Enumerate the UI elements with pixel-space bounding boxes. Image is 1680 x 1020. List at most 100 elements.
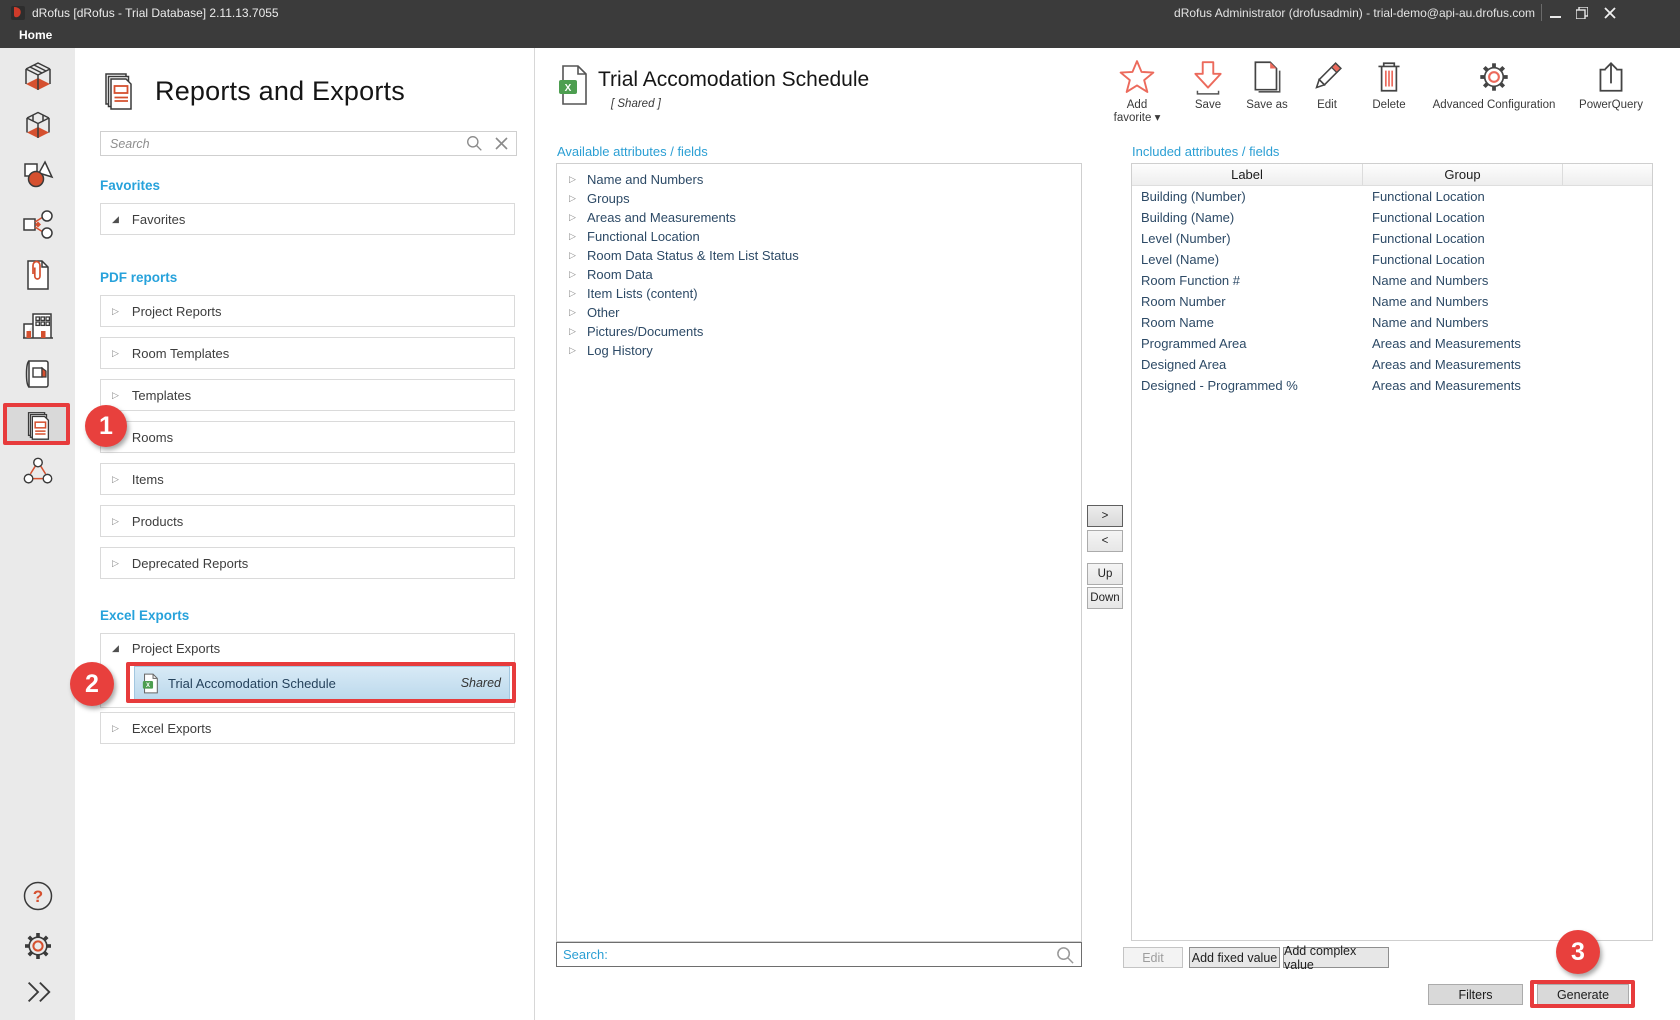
collapsed-icon[interactable] <box>112 474 119 485</box>
move-down-button[interactable]: Down <box>1087 587 1123 609</box>
collapsed-icon[interactable] <box>569 231 587 242</box>
excel-exports-expander[interactable]: Excel Exports <box>100 712 515 744</box>
save-as-button[interactable]: Save as <box>1241 58 1293 112</box>
table-row[interactable]: Room NumberName and Numbers <box>1132 291 1652 312</box>
powerquery-export-icon <box>1592 58 1630 96</box>
sidebar-item-help[interactable]: ? <box>0 876 75 916</box>
table-row[interactable]: Level (Name)Functional Location <box>1132 249 1652 270</box>
table-row[interactable]: Building (Number)Functional Location <box>1132 186 1652 207</box>
home-tab[interactable]: Home <box>19 28 52 42</box>
edit-button[interactable]: Edit <box>1307 58 1347 112</box>
tree-item-item-lists[interactable]: Item Lists (content) <box>557 284 1081 303</box>
panel-divider[interactable] <box>534 48 535 1020</box>
annotation-box-step3 <box>1530 980 1635 1008</box>
search-input[interactable] <box>108 133 452 154</box>
included-attributes-label[interactable]: Included attributes / fields <box>1132 144 1279 159</box>
building-icon <box>20 307 56 343</box>
table-row[interactable]: Room Function #Name and Numbers <box>1132 270 1652 291</box>
clear-search-icon[interactable] <box>495 137 508 150</box>
table-row[interactable]: Designed - Programmed %Areas and Measure… <box>1132 375 1652 396</box>
move-right-button[interactable]: > <box>1087 505 1123 527</box>
logged-in-user: dRofus Administrator (drofusadmin) - tri… <box>1174 6 1535 20</box>
table-row[interactable]: Level (Number)Functional Location <box>1132 228 1652 249</box>
advanced-configuration-button[interactable]: Advanced Configuration <box>1416 58 1572 112</box>
collapsed-icon[interactable] <box>569 193 587 204</box>
column-header-label[interactable]: Label <box>1132 164 1363 185</box>
table-row[interactable]: Building (Name)Functional Location <box>1132 207 1652 228</box>
close-button[interactable] <box>1597 4 1623 22</box>
restore-button[interactable] <box>1569 4 1595 22</box>
available-attributes-label[interactable]: Available attributes / fields <box>557 144 708 159</box>
star-icon <box>1118 58 1156 96</box>
powerquery-button[interactable]: PowerQuery <box>1571 58 1651 112</box>
pdf-item-room-templates[interactable]: Room Templates <box>100 337 515 369</box>
collapsed-icon[interactable] <box>569 288 587 299</box>
sidebar-item-rooms-3d[interactable] <box>0 57 75 97</box>
collapsed-icon[interactable] <box>112 390 119 401</box>
move-left-button[interactable]: < <box>1087 530 1123 552</box>
collapsed-icon[interactable] <box>112 558 119 569</box>
table-row[interactable]: Designed AreaAreas and Measurements <box>1132 354 1652 375</box>
sidebar-item-products[interactable] <box>0 205 75 245</box>
collapsed-icon[interactable] <box>569 307 587 318</box>
collapsed-icon[interactable] <box>569 326 587 337</box>
tree-item-name-and-numbers[interactable]: Name and Numbers <box>557 170 1081 189</box>
pdf-item-project-reports[interactable]: Project Reports <box>100 295 515 327</box>
sidebar-item-items[interactable] <box>0 154 75 194</box>
project-exports-expander[interactable]: Project Exports <box>101 634 514 662</box>
table-row[interactable]: Room NameName and Numbers <box>1132 312 1652 333</box>
collapsed-icon[interactable] <box>112 306 119 317</box>
pdf-item-templates[interactable]: Templates <box>100 379 515 411</box>
add-favorite-button[interactable]: Addfavorite ▾ <box>1106 58 1168 125</box>
attribute-search-field[interactable]: Search: <box>556 942 1082 967</box>
edit-attribute-button[interactable]: Edit <box>1123 947 1183 968</box>
tree-item-groups[interactable]: Groups <box>557 189 1081 208</box>
sidebar-item-buildings[interactable] <box>0 305 75 345</box>
tree-item-other[interactable]: Other <box>557 303 1081 322</box>
pdf-reports-section-header: PDF reports <box>100 270 177 285</box>
expanded-icon[interactable] <box>112 643 119 654</box>
annotation-box-step2 <box>126 662 516 703</box>
search-icon[interactable] <box>466 135 483 152</box>
filters-button[interactable]: Filters <box>1428 984 1523 1005</box>
collapsed-icon[interactable] <box>569 269 587 280</box>
pdf-item-deprecated-reports[interactable]: Deprecated Reports <box>100 547 515 579</box>
sidebar-expand-button[interactable] <box>0 972 75 1012</box>
sidebar-item-documents[interactable] <box>0 255 75 295</box>
pdf-item-products[interactable]: Products <box>100 505 515 537</box>
add-complex-value-button[interactable]: Add complex value <box>1283 947 1389 968</box>
tree-item-room-data-status[interactable]: Room Data Status & Item List Status <box>557 246 1081 265</box>
collapsed-icon[interactable] <box>569 212 587 223</box>
close-icon <box>1604 7 1616 19</box>
sidebar-item-settings[interactable] <box>0 926 75 966</box>
report-title: Trial Accomodation Schedule <box>598 68 869 92</box>
sidebar-item-room-data[interactable] <box>0 105 75 145</box>
table-row[interactable]: Programmed AreaAreas and Measurements <box>1132 333 1652 354</box>
pdf-item-items[interactable]: Items <box>100 463 515 495</box>
tree-item-areas-measurements[interactable]: Areas and Measurements <box>557 208 1081 227</box>
move-up-button[interactable]: Up <box>1087 563 1123 585</box>
collapsed-icon[interactable] <box>569 250 587 261</box>
pdf-item-rooms[interactable]: Rooms <box>100 421 515 453</box>
add-fixed-value-button[interactable]: Add fixed value <box>1189 947 1280 968</box>
sidebar-item-catalogs[interactable] <box>0 354 75 394</box>
tree-item-functional-location[interactable]: Functional Location <box>557 227 1081 246</box>
tree-item-room-data[interactable]: Room Data <box>557 265 1081 284</box>
tree-item-pictures-documents[interactable]: Pictures/Documents <box>557 322 1081 341</box>
tree-item-log-history[interactable]: Log History <box>557 341 1081 360</box>
collapsed-icon[interactable] <box>569 174 587 185</box>
delete-button[interactable]: Delete <box>1366 58 1412 112</box>
collapsed-icon[interactable] <box>112 723 119 734</box>
minimize-button[interactable] <box>1542 4 1568 22</box>
favorites-expander[interactable]: Favorites <box>100 203 515 235</box>
save-button[interactable]: Save <box>1186 58 1230 112</box>
expanded-icon[interactable] <box>112 214 119 225</box>
excel-export-icon: X <box>556 64 590 106</box>
collapsed-icon[interactable] <box>569 345 587 356</box>
sidebar-item-responsibilities[interactable] <box>0 452 75 492</box>
collapsed-icon[interactable] <box>112 348 119 359</box>
save-as-icon <box>1248 58 1286 96</box>
column-header-group[interactable]: Group <box>1363 164 1563 185</box>
collapsed-icon[interactable] <box>112 516 119 527</box>
window-title: dRofus [dRofus - Trial Database] 2.11.13… <box>32 6 279 20</box>
